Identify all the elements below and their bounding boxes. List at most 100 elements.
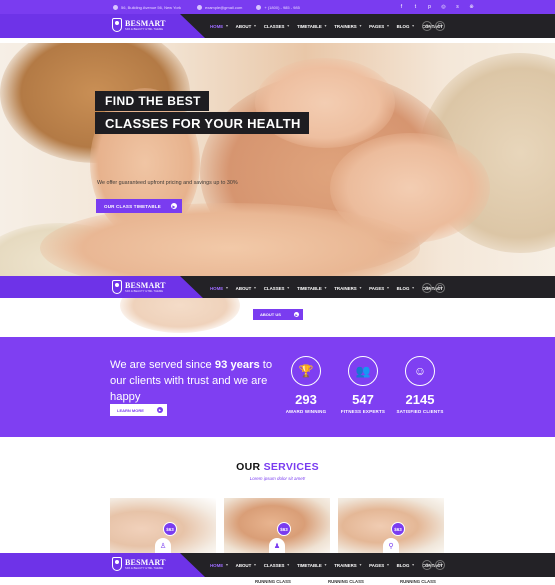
nav-item-pages[interactable]: PAGES ▼	[369, 24, 390, 29]
class-timetable-button[interactable]: OUR CLASS TIMETABLE ▶	[96, 199, 182, 213]
services-subtitle: Lorem ipsum dolor sit amet!	[249, 476, 306, 481]
social-links: f t p ◎ s ⊕	[398, 3, 475, 10]
chevron-down-icon: ▼	[411, 563, 415, 567]
service-card[interactable]: $63 ♟	[224, 498, 330, 554]
hero-subtitle: We offer guaranteed upfront pricing and …	[97, 180, 238, 186]
chevron-down-icon: ▼	[386, 286, 390, 290]
main-navbar: BESMART SPA & BEAUTY HTML THEME HOME ▼ AB…	[0, 14, 555, 38]
chevron-down-icon: ▼	[358, 286, 363, 290]
chevron-down-icon: ▼	[386, 24, 390, 28]
logo-icon	[112, 280, 122, 294]
nav-item-classes[interactable]: CLASSES ▼	[264, 563, 290, 568]
stat-label: SATISFIED CLIENTS	[396, 409, 444, 414]
nav-item-about[interactable]: ABOUT ▼	[236, 563, 257, 568]
service-label[interactable]: RUNNING CLASS	[255, 579, 291, 584]
nav-item-about[interactable]: ABOUT ▼	[236, 24, 257, 29]
search-icon[interactable]: ⌕	[422, 21, 432, 31]
price-badge: $63	[391, 522, 405, 536]
chevron-down-icon: ▼	[225, 24, 229, 28]
logo-brand: BESMART	[125, 281, 166, 290]
stat-satisfied-clients: ☺ 2145 SATISFIED CLIENTS	[390, 356, 450, 414]
nav-item-timetable[interactable]: TIMETABLE ▼	[297, 24, 327, 29]
nav-item-timetable[interactable]: TIMETABLE ▼	[297, 563, 327, 568]
logo-tagline: SPA & BEAUTY HTML THEME	[125, 28, 164, 31]
stat-value: 2145	[405, 392, 435, 407]
site-logo[interactable]: BESMART SPA & BEAUTY HTML THEME	[112, 18, 166, 32]
cart-icon[interactable]: ⊡	[435, 560, 445, 570]
chevron-down-icon: ▼	[323, 24, 328, 28]
top-info-bar: 56, Building Avenue 56, New York example…	[0, 0, 555, 14]
facebook-icon[interactable]: f	[398, 3, 405, 10]
email-info[interactable]: example@gmail.com	[196, 4, 242, 10]
instagram-icon[interactable]: ◎	[440, 3, 447, 10]
nav-item-trainers[interactable]: TRAINERS ▼	[334, 286, 362, 291]
search-icon[interactable]: ⌕	[422, 560, 432, 570]
cart-icon[interactable]: ⊡	[435, 21, 445, 31]
nav-item-classes[interactable]: CLASSES ▼	[264, 24, 290, 29]
fitness-icon: ⚲	[383, 538, 399, 554]
stat-award-winning: 🏆 293 AWARD WINNING	[276, 356, 336, 414]
service-label[interactable]: RUNNING CLASS	[400, 579, 436, 584]
price-badge: $63	[277, 522, 291, 536]
nav-menu: HOME ▼ ABOUT ▼ CLASSES ▼ TIMETABLE ▼ TRAINER…	[210, 276, 443, 300]
phone-info[interactable]: + (1800) - 985 - 985	[256, 4, 300, 10]
team-icon: 👥	[348, 356, 378, 386]
arrow-right-icon: ▶	[171, 203, 177, 209]
nav-item-timetable[interactable]: TIMETABLE ▼	[297, 286, 327, 291]
services-title: OUR SERVICES	[236, 461, 319, 473]
nav-item-trainers[interactable]: TRAINERS ▼	[334, 563, 362, 568]
phone-text[interactable]: + (1800) - 985 - 985	[264, 5, 299, 10]
site-logo[interactable]: BESMART SPA & BEAUTY HTML THEME	[112, 557, 166, 571]
logo-background	[0, 553, 205, 577]
chevron-down-icon: ▼	[225, 286, 229, 290]
mail-icon	[196, 4, 202, 10]
pinterest-icon[interactable]: p	[426, 3, 433, 10]
nav-item-pages[interactable]: PAGES ▼	[369, 563, 390, 568]
learn-more-button[interactable]: LEARN MORE ▶	[110, 404, 167, 416]
hero-image-hand	[255, 58, 395, 148]
skype-icon[interactable]: s	[454, 3, 461, 10]
address-info: 56, Building Avenue 56, New York	[113, 4, 181, 10]
hero-heading-line1: FIND THE BEST	[95, 91, 209, 111]
about-us-button[interactable]: ABOUT US ▶	[253, 309, 303, 320]
nav-item-about[interactable]: ABOUT ▼	[236, 286, 257, 291]
twitter-icon[interactable]: t	[412, 3, 419, 10]
sticky-navbar: BESMART SPA & BEAUTY HTML THEME HOME ▼ AB…	[0, 276, 555, 300]
chevron-down-icon: ▼	[253, 24, 257, 28]
logo-brand: BESMART	[125, 19, 166, 28]
nav-item-home[interactable]: HOME ▼	[210, 563, 229, 568]
smile-icon: ☺	[405, 356, 435, 386]
nav-item-home[interactable]: HOME ▼	[210, 286, 229, 291]
service-card[interactable]: $63 ♙	[110, 498, 216, 554]
phone-icon	[256, 4, 262, 10]
stat-value: 547	[352, 392, 374, 407]
chevron-down-icon: ▼	[253, 563, 257, 567]
email-text[interactable]: example@gmail.com	[205, 5, 242, 10]
site-logo[interactable]: BESMART SPA & BEAUTY HTML THEME	[112, 280, 166, 294]
nav-item-pages[interactable]: PAGES ▼	[369, 286, 390, 291]
search-icon[interactable]: ⌕	[422, 283, 432, 293]
nav-icons: ⌕ ⊡	[422, 21, 445, 31]
stat-value: 293	[295, 392, 317, 407]
logo-tagline: SPA & BEAUTY HTML THEME	[125, 567, 164, 570]
service-label[interactable]: RUNNING CLASS	[328, 579, 364, 584]
chevron-down-icon: ▼	[411, 286, 415, 290]
chevron-down-icon: ▼	[225, 563, 229, 567]
nav-item-blog[interactable]: BLOG ▼	[397, 563, 415, 568]
chevron-down-icon: ▼	[323, 563, 328, 567]
nav-item-trainers[interactable]: TRAINERS ▼	[334, 24, 362, 29]
service-card[interactable]: $63 ⚲	[338, 498, 444, 554]
stats-headline: We are served since 93 years to our clie…	[110, 359, 273, 403]
logo-brand: BESMART	[125, 558, 166, 567]
chevron-down-icon: ▼	[286, 24, 290, 28]
nav-item-blog[interactable]: BLOG ▼	[397, 286, 415, 291]
stat-label: FITNESS EXPERTS	[340, 409, 386, 414]
nav-item-blog[interactable]: BLOG ▼	[397, 24, 415, 29]
nav-item-classes[interactable]: CLASSES ▼	[264, 286, 290, 291]
chevron-down-icon: ▼	[411, 24, 415, 28]
dribbble-icon[interactable]: ⊕	[468, 3, 475, 10]
cart-icon[interactable]: ⊡	[435, 283, 445, 293]
nav-item-home[interactable]: HOME ▼	[210, 24, 229, 29]
nav-icons: ⌕ ⊡	[422, 283, 445, 293]
logo-background	[0, 14, 205, 38]
